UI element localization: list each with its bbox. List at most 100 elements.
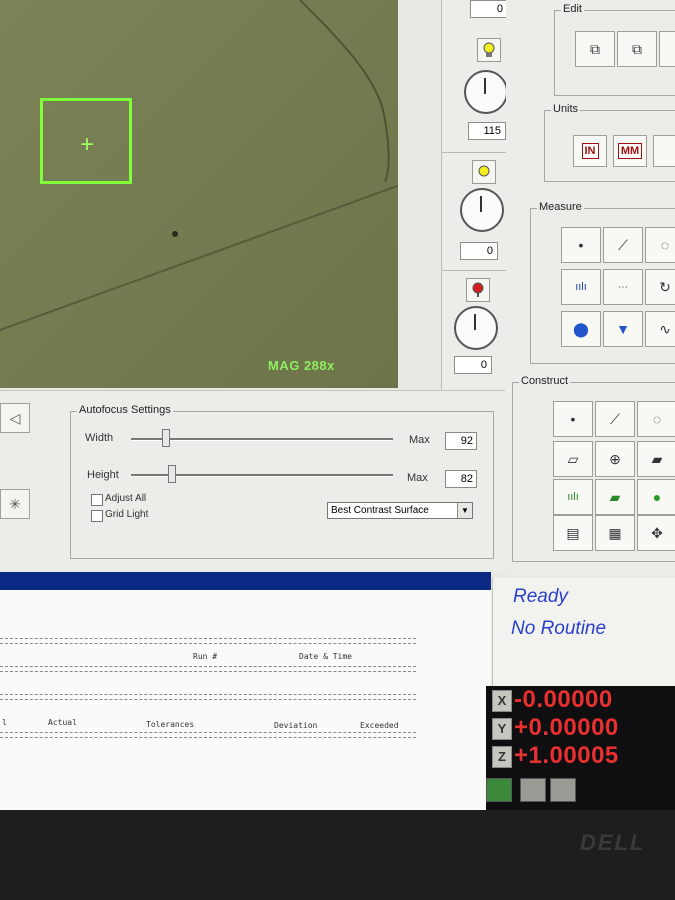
dial3-value-field[interactable]: 0 bbox=[454, 356, 492, 374]
construct-group-label: Construct bbox=[519, 375, 571, 387]
measure-point-button[interactable]: • bbox=[561, 227, 601, 263]
width-slider-thumb[interactable] bbox=[162, 429, 171, 447]
report-divider bbox=[0, 732, 416, 738]
width-label: Width bbox=[85, 432, 114, 444]
bar-points-icon: ıılı bbox=[575, 281, 587, 293]
separator bbox=[442, 270, 506, 271]
status-state: Ready bbox=[513, 586, 568, 607]
left-light-button[interactable]: ✳ bbox=[0, 489, 30, 519]
adjust-all-label: Adjust All bbox=[105, 493, 147, 504]
report-view[interactable]: Run # Date & Time l Actual Tolerances De… bbox=[0, 590, 491, 810]
dro-home-button[interactable] bbox=[486, 778, 512, 802]
grid-light-checkbox[interactable] bbox=[91, 510, 103, 522]
autofocus-panel: ◁ ✳ Autofocus Settings Width Max 92 Heig… bbox=[0, 390, 505, 571]
chevron-down-icon[interactable]: ▼ bbox=[457, 503, 472, 518]
date-time-header: Date & Time bbox=[299, 652, 352, 661]
width-value-field[interactable]: 92 bbox=[445, 432, 477, 450]
report-icon: ▤ bbox=[566, 524, 580, 541]
autofocus-title: Autofocus Settings bbox=[77, 404, 173, 416]
measure-arc-button[interactable]: ↻ bbox=[645, 269, 675, 305]
camera-view[interactable]: + MAG 288x bbox=[0, 0, 398, 388]
construct-target-button[interactable]: ⊕ bbox=[595, 441, 635, 477]
distance-icon: ⋯ bbox=[618, 281, 628, 293]
report-divider bbox=[0, 666, 416, 672]
measure-group-label: Measure bbox=[537, 201, 584, 213]
dial-pointer-icon bbox=[474, 314, 476, 330]
units-extra-button[interactable] bbox=[653, 135, 675, 167]
construct-sphere-button[interactable]: ● bbox=[637, 479, 675, 515]
edit-button-2[interactable]: ⧉ bbox=[617, 31, 657, 67]
x-axis-button[interactable]: X bbox=[492, 690, 512, 712]
measure-line-button[interactable]: ⟋ bbox=[603, 227, 643, 263]
construct-slot-button[interactable]: ▰ bbox=[595, 479, 635, 515]
units-inch-button[interactable]: IN bbox=[573, 135, 607, 167]
curve-icon: ∿ bbox=[659, 320, 671, 337]
z-axis-button[interactable]: Z bbox=[492, 746, 512, 768]
width-max-label: Max bbox=[409, 434, 430, 446]
construct-calc-button[interactable]: ▦ bbox=[595, 515, 635, 551]
measure-distance-button[interactable]: ⋯ bbox=[603, 269, 643, 305]
report-divider bbox=[0, 638, 416, 644]
height-value-field[interactable]: 82 bbox=[445, 470, 477, 488]
edit-button-3[interactable] bbox=[659, 31, 675, 67]
measure-cylinder-button[interactable]: ⬤ bbox=[561, 311, 601, 347]
back-light-dial[interactable] bbox=[454, 306, 498, 350]
cone-icon: ▼ bbox=[616, 321, 630, 337]
sample-edges bbox=[0, 0, 398, 331]
construct-plane-button[interactable]: ▱ bbox=[553, 441, 593, 477]
y-value: +0.00000 bbox=[514, 714, 619, 741]
top-light-dial[interactable] bbox=[464, 70, 508, 114]
copy-icon: ⧉ bbox=[590, 40, 600, 57]
left-arrow-button[interactable]: ◁ bbox=[0, 403, 30, 433]
z-value: +1.00005 bbox=[514, 742, 619, 769]
measure-points-button[interactable]: ıılı bbox=[561, 269, 601, 305]
report-divider bbox=[0, 694, 416, 700]
y-axis-button[interactable]: Y bbox=[492, 718, 512, 740]
top-value-field[interactable]: 0 bbox=[470, 0, 508, 18]
dro-datum-button[interactable] bbox=[550, 778, 576, 802]
construct-line-button[interactable]: ⟋ bbox=[595, 401, 635, 437]
construct-sheet-button[interactable]: ▰ bbox=[637, 441, 675, 477]
top-light-button[interactable] bbox=[477, 38, 501, 62]
back-light-button[interactable] bbox=[466, 278, 490, 302]
construct-point-button[interactable]: • bbox=[553, 401, 593, 437]
status-routine: No Routine bbox=[511, 618, 607, 639]
units-mm-button[interactable]: MM bbox=[613, 135, 647, 167]
calculator-icon: ▦ bbox=[608, 524, 622, 541]
monitor-bezel bbox=[0, 810, 675, 900]
construct-move-button[interactable]: ✥ bbox=[637, 515, 675, 551]
dro-zero-button[interactable] bbox=[520, 778, 546, 802]
units-mm-label: MM bbox=[617, 143, 643, 159]
construct-points-button[interactable]: ıılı bbox=[553, 479, 593, 515]
dial2-value-field[interactable]: 0 bbox=[460, 242, 498, 260]
measure-circle-button[interactable]: ◌ bbox=[645, 227, 675, 263]
construct-report-button[interactable]: ▤ bbox=[553, 515, 593, 551]
dial1-value-field[interactable]: 115 bbox=[468, 122, 506, 140]
adjust-all-checkbox[interactable] bbox=[91, 494, 103, 506]
measure-curve-button[interactable]: ∿ bbox=[645, 311, 675, 347]
cylinder-icon: ⬤ bbox=[573, 320, 589, 337]
target-icon: ⊕ bbox=[609, 450, 621, 467]
slot-icon: ▰ bbox=[609, 488, 621, 505]
height-slider-thumb[interactable] bbox=[167, 465, 176, 483]
sphere-icon: ● bbox=[652, 489, 662, 505]
sun-icon: ✳ bbox=[9, 495, 21, 512]
construct-circle-button[interactable]: ◌ bbox=[637, 401, 675, 437]
measure-cone-button[interactable]: ▼ bbox=[603, 311, 643, 347]
dial-pointer-icon bbox=[480, 196, 482, 212]
point-icon: • bbox=[578, 237, 584, 253]
lighting-toolbar: 0 115 0 0 bbox=[441, 0, 508, 392]
ring-light-button[interactable] bbox=[472, 160, 496, 184]
separator bbox=[442, 152, 506, 153]
circle-icon: ◌ bbox=[660, 237, 670, 253]
ring-light-dial[interactable] bbox=[460, 188, 504, 232]
focus-region-box[interactable]: + bbox=[40, 98, 132, 184]
surface-mode-select[interactable]: Best Contrast Surface ▼ bbox=[327, 502, 473, 519]
arc-icon: ↻ bbox=[659, 278, 671, 295]
measure-group: Measure • ⟋ ◌ ıılı ⋯ ↻ ⬤ ▼ ∿ bbox=[530, 201, 675, 364]
circle-icon: ◌ bbox=[652, 411, 662, 427]
paste-icon: ⧉ bbox=[632, 40, 642, 57]
units-group-label: Units bbox=[551, 103, 581, 115]
line-icon: ⟋ bbox=[610, 410, 620, 427]
edit-button-1[interactable]: ⧉ bbox=[575, 31, 615, 67]
